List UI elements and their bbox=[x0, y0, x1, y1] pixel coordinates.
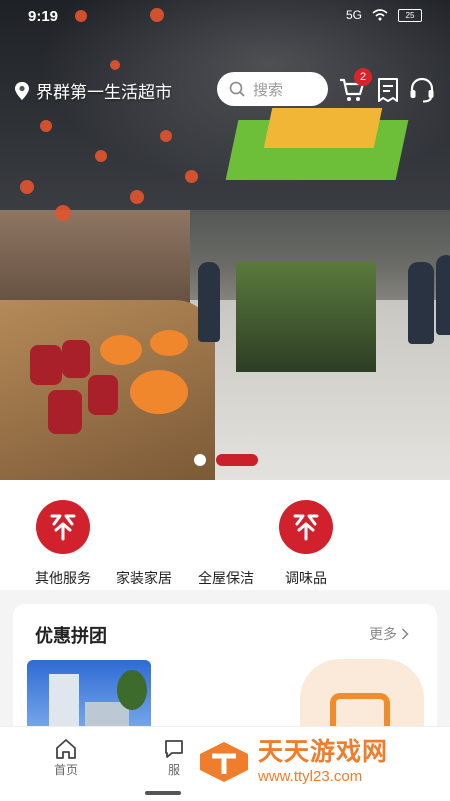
home-indicator bbox=[145, 791, 181, 795]
photo-persimmon bbox=[40, 120, 52, 132]
carousel-dot-active[interactable] bbox=[216, 454, 258, 466]
search-input[interactable]: 搜索 bbox=[217, 72, 328, 106]
service-seasoning[interactable]: 调味品 bbox=[266, 500, 346, 586]
photo-shopper bbox=[198, 262, 220, 342]
photo-cherry-box bbox=[48, 390, 82, 434]
service-grid: 其他服务 家装家居 全屋保洁 调味品 bbox=[0, 480, 450, 590]
photo-cherry-box bbox=[62, 340, 90, 378]
watermark: 天天游戏网 www.ttyl23.com bbox=[198, 738, 438, 786]
watermark-url: www.ttyl23.com bbox=[258, 768, 363, 785]
photo-persimmon bbox=[185, 170, 198, 183]
location-pin-icon bbox=[15, 81, 29, 100]
photo-orange-pile bbox=[150, 330, 188, 356]
status-bar: 9:19 5G 25 bbox=[0, 0, 450, 32]
store-logo-icon bbox=[36, 500, 90, 554]
wifi-icon bbox=[372, 9, 388, 21]
more-label: 更多 bbox=[369, 626, 397, 642]
photo-produce-stand bbox=[236, 262, 376, 372]
service-home-furnishing[interactable]: 家装家居 bbox=[104, 500, 184, 586]
orders-button[interactable] bbox=[372, 74, 404, 106]
photo-persimmon bbox=[160, 130, 172, 142]
photo-yellow-sign bbox=[263, 108, 383, 148]
watermark-logo bbox=[200, 742, 248, 782]
status-time: 9:19 bbox=[28, 8, 59, 25]
tab-home[interactable]: 首页 bbox=[36, 737, 96, 778]
battery-icon: 25 bbox=[398, 8, 422, 22]
chevron-right-icon bbox=[401, 628, 409, 640]
tab-label: 首页 bbox=[53, 763, 78, 777]
service-other[interactable]: 其他服务 bbox=[23, 500, 103, 586]
photo-cherry-box bbox=[88, 375, 118, 415]
headset-icon bbox=[410, 77, 434, 103]
service-label: 调味品 bbox=[285, 570, 327, 586]
network-label: 5G bbox=[345, 8, 362, 22]
photo-shopper bbox=[408, 262, 434, 344]
more-link[interactable]: 更多 bbox=[369, 624, 409, 644]
message-icon bbox=[165, 740, 183, 758]
section-title: 优惠拼团 bbox=[35, 626, 107, 646]
photo-orange-pile bbox=[130, 370, 188, 414]
home-icon bbox=[56, 739, 76, 759]
search-placeholder: 搜索 bbox=[253, 81, 284, 99]
carousel-indicator bbox=[0, 452, 450, 466]
customer-service-button[interactable] bbox=[406, 74, 438, 106]
photo-orange-pile bbox=[100, 335, 142, 365]
photo-persimmon bbox=[130, 190, 144, 204]
tab-service[interactable]: 服 bbox=[144, 737, 204, 778]
store-logo-icon bbox=[279, 500, 333, 554]
photo-shopper bbox=[436, 255, 450, 335]
photo-cherry-box bbox=[30, 345, 62, 385]
receipt-icon bbox=[378, 78, 398, 102]
tab-label: 服 bbox=[167, 763, 180, 777]
photo-persimmon bbox=[110, 60, 120, 70]
search-icon bbox=[229, 81, 245, 97]
cart-count-badge: 2 bbox=[354, 68, 372, 86]
photo-persimmon bbox=[20, 180, 34, 194]
photo-persimmon bbox=[95, 150, 107, 162]
top-bar: 界群第一生活超市 搜索 2 bbox=[0, 68, 450, 110]
cart-button[interactable]: 2 bbox=[336, 68, 372, 106]
store-name: 界群第一生活超市 bbox=[36, 83, 172, 102]
watermark-name: 天天游戏网 bbox=[258, 738, 389, 766]
service-house-cleaning[interactable]: 全屋保洁 bbox=[186, 500, 266, 586]
photo-persimmon bbox=[55, 205, 71, 221]
status-icons: 5G 25 bbox=[346, 8, 422, 22]
carousel-dot[interactable] bbox=[194, 454, 206, 466]
store-location[interactable]: 界群第一生活超市 bbox=[14, 78, 172, 103]
